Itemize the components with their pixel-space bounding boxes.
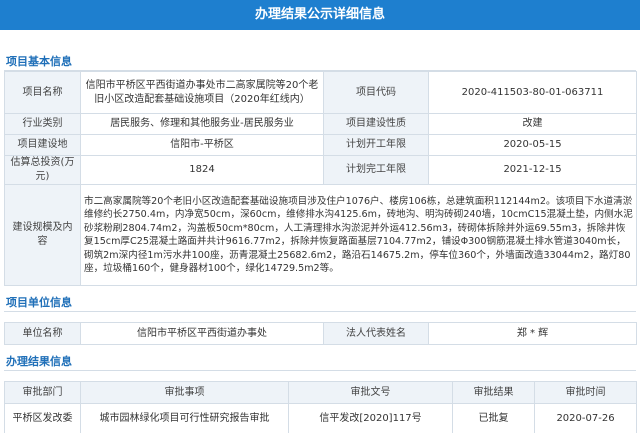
end-date-value: 2021-12-15 [428,155,637,185]
project-name-label: 项目名称 [4,71,81,114]
unit-info-table: 单位名称 信阳市平桥区平西街道办事处 法人代表姓名 郑 * 辉 [4,322,637,345]
result-header-time: 审批时间 [534,381,637,404]
basic-info-table: 项目名称 信阳市平桥区平西街道办事处市二高家属院等20个老旧小区改造配套基础设施… [4,71,637,286]
industry-value: 居民服务、修理和其他服务业-居民服务业 [80,113,324,135]
industry-label: 行业类别 [4,113,81,135]
scale-value: 市二高家属院等20个老旧小区改造配套基础设施项目涉及住户1076户、楼房106栋… [80,184,637,286]
section-title-unit: 项目单位信息 [4,293,636,312]
start-date-label: 计划开工年限 [323,134,429,156]
start-date-value: 2020-05-15 [428,134,637,156]
page-header: 办理结果公示详细信息 [0,0,640,30]
legal-rep-value: 郑 * 辉 [428,322,637,345]
result-header-dept: 审批部门 [4,381,81,404]
project-code-label: 项目代码 [323,71,429,114]
table-row: 平桥区发改委 城市园林绿化项目可行性研究报告审批 信平发改[2020]117号 … [4,403,637,433]
location-label: 项目建设地 [4,134,81,156]
page-title: 办理结果公示详细信息 [254,7,385,22]
result-header-result: 审批结果 [452,381,535,404]
result-header-item: 审批事项 [80,381,289,404]
scale-label: 建设规模及内容 [4,184,81,286]
nature-label: 项目建设性质 [323,113,429,135]
result-status: 已批复 [452,403,535,433]
project-code-value: 2020-411503-80-01-063711 [428,71,637,114]
unit-name-value: 信阳市平桥区平西街道办事处 [80,322,324,345]
result-doc-no: 信平发改[2020]117号 [288,403,453,433]
section-title-basic: 项目基本信息 [4,52,636,71]
section-title-result: 办理结果信息 [4,352,636,371]
end-date-label: 计划完工年限 [323,155,429,185]
investment-value: 1824 [80,155,324,185]
result-dept: 平桥区发改委 [4,403,81,433]
nature-value: 改建 [428,113,637,135]
unit-name-label: 单位名称 [4,322,81,345]
result-table: 审批部门 审批事项 审批文号 审批结果 审批时间 平桥区发改委 城市园林绿化项目… [4,381,637,433]
project-name-value: 信阳市平桥区平西街道办事处市二高家属院等20个老旧小区改造配套基础设施项目（20… [80,71,324,114]
result-header-doc-no: 审批文号 [288,381,453,404]
legal-rep-label: 法人代表姓名 [323,322,429,345]
result-item: 城市园林绿化项目可行性研究报告审批 [80,403,289,433]
location-value: 信阳市-平桥区 [80,134,324,156]
result-time: 2020-07-26 [534,403,637,433]
investment-label: 估算总投资(万元) [4,155,81,185]
